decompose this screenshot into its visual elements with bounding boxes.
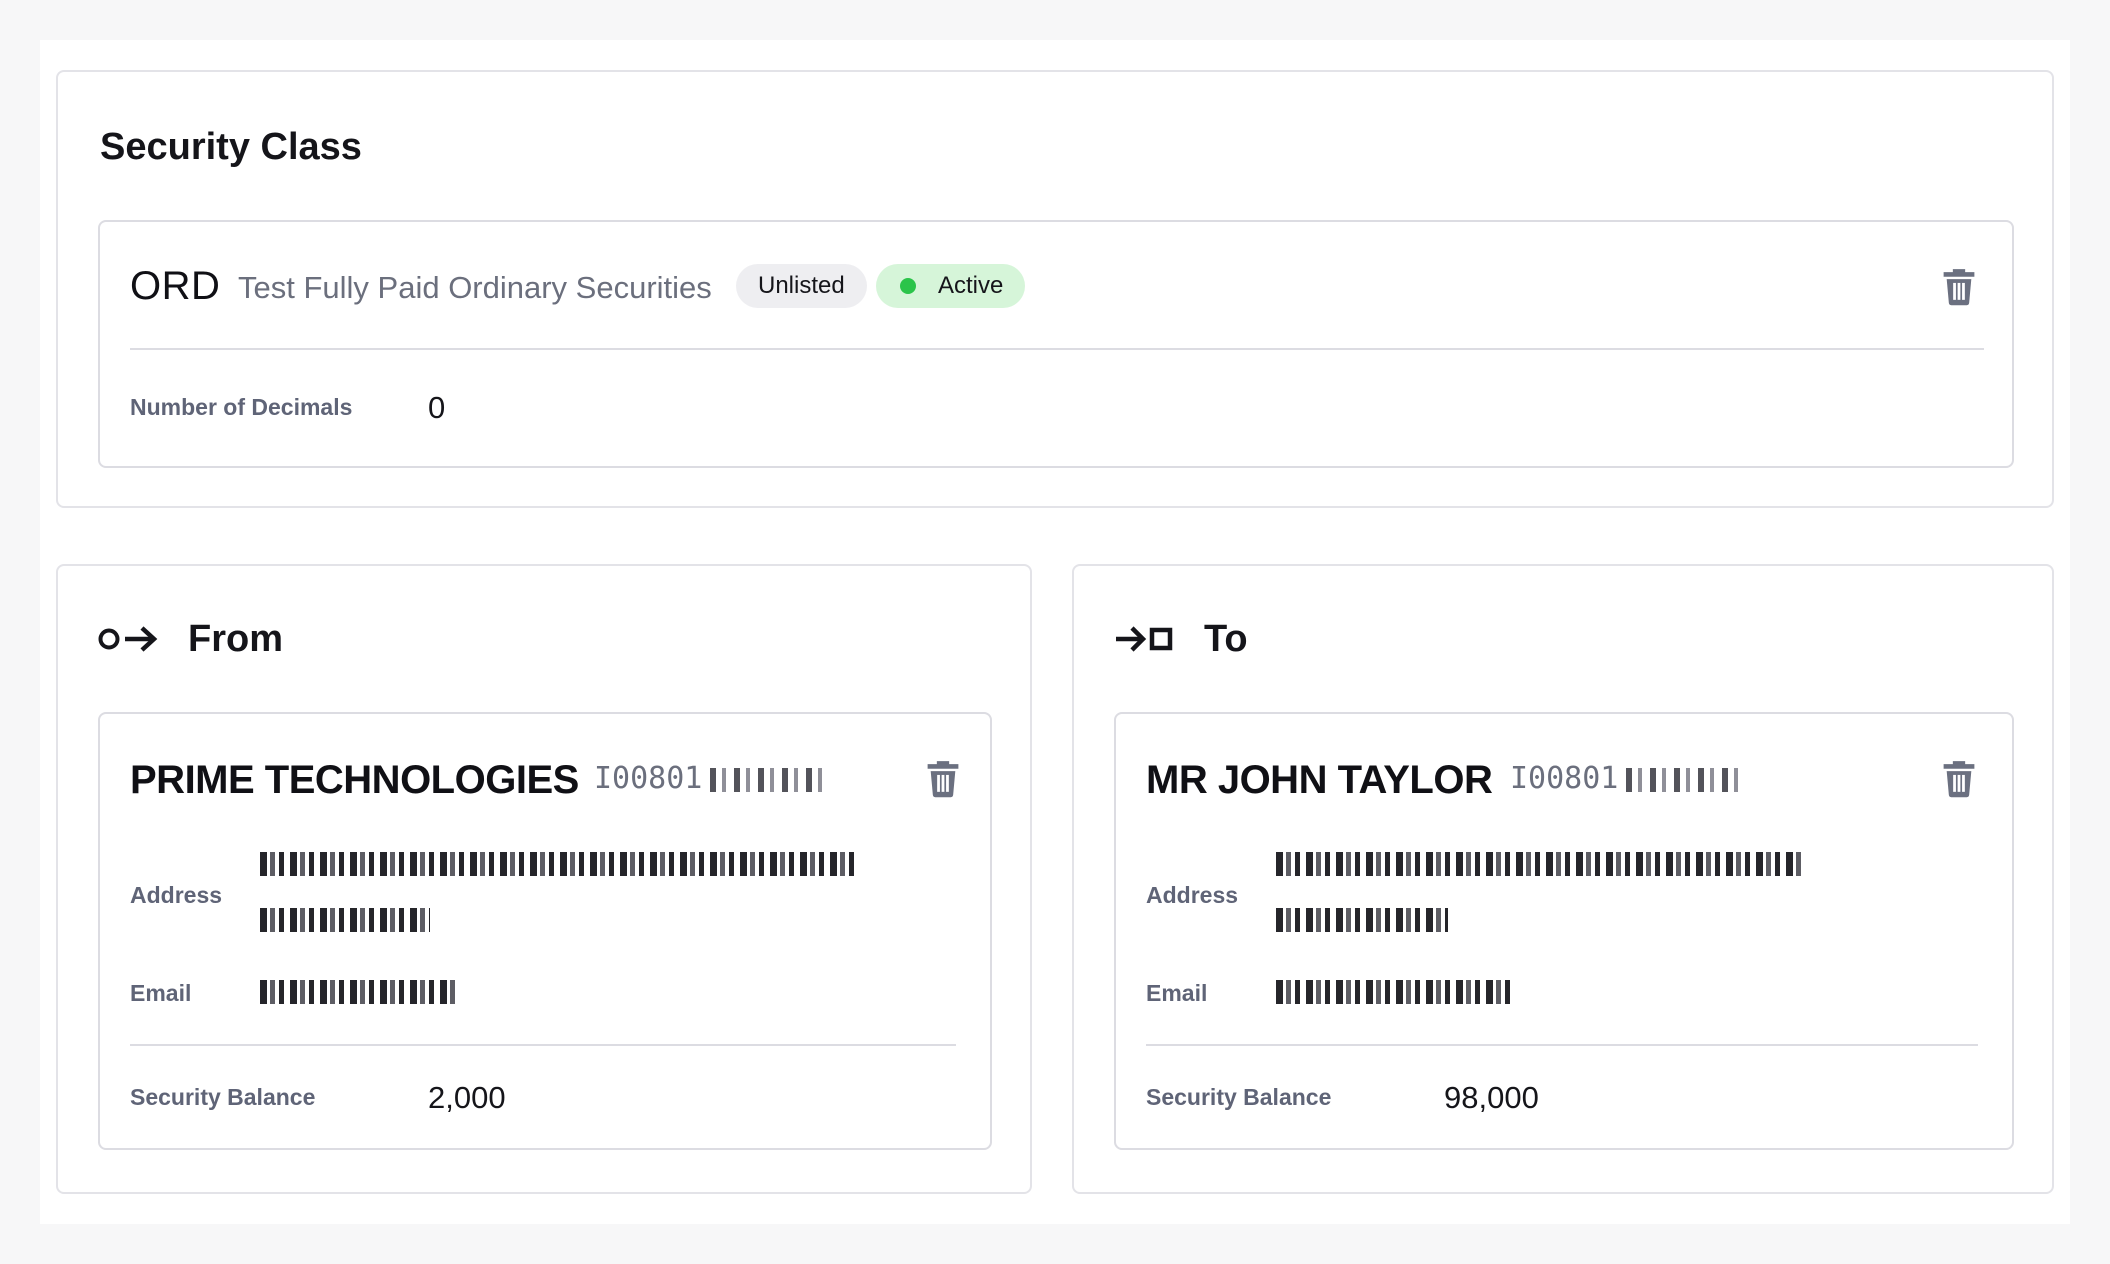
delete-from-holder-button[interactable] — [924, 758, 962, 798]
status-dot-icon — [900, 278, 916, 294]
to-balance-value: 98,000 — [1444, 1080, 1539, 1115]
security-class-title: Security Class — [100, 126, 362, 168]
security-class-panel: Security Class ORD Test Fully Paid Ordin… — [56, 70, 2054, 508]
to-email-label: Email — [1146, 980, 1208, 1006]
from-address-redacted-line2 — [260, 908, 430, 932]
from-holder-card: PRIME TECHNOLOGIES I00801 Address Email … — [98, 712, 992, 1150]
from-panel: From PRIME TECHNOLOGIES I00801 Address E… — [56, 564, 1032, 1194]
to-balance-label: Security Balance — [1146, 1084, 1332, 1110]
from-address-label: Address — [130, 882, 223, 908]
trash-icon — [927, 761, 959, 798]
delete-to-holder-button[interactable] — [1940, 758, 1978, 798]
to-address-redacted-line1 — [1276, 852, 1802, 876]
from-title: From — [188, 618, 283, 660]
delete-security-class-button[interactable] — [1940, 266, 1978, 306]
security-description: Test Fully Paid Ordinary Securities — [238, 270, 712, 305]
to-address-redacted-line2 — [1276, 908, 1448, 932]
to-address-label: Address — [1146, 882, 1239, 908]
decimals-value: 0 — [428, 390, 446, 425]
to-holder-name: MR JOHN TAYLOR — [1146, 758, 1493, 802]
card-divider — [130, 348, 1984, 350]
from-balance-value: 2,000 — [428, 1080, 506, 1115]
security-class-card: ORD Test Fully Paid Ordinary Securities … — [98, 220, 2014, 468]
from-balance-label: Security Balance — [130, 1084, 316, 1110]
to-card-divider — [1146, 1044, 1978, 1046]
from-holder-name: PRIME TECHNOLOGIES — [130, 758, 579, 802]
circle-arrow-right-icon — [98, 622, 160, 656]
trash-icon — [1943, 269, 1975, 306]
to-holder-id-redacted — [1626, 768, 1740, 792]
status-badge: Active — [876, 264, 1026, 308]
from-email-redacted — [260, 980, 458, 1004]
listing-badge: Unlisted — [736, 264, 867, 308]
decimals-label: Number of Decimals — [130, 394, 353, 420]
to-holder-card: MR JOHN TAYLOR I00801 Address Email Secu… — [1114, 712, 2014, 1150]
from-holder-id: I00801 — [594, 761, 703, 796]
transfer-page: Security Class ORD Test Fully Paid Ordin… — [40, 40, 2070, 1224]
to-holder-id: I00801 — [1510, 761, 1619, 796]
trash-icon — [1943, 761, 1975, 798]
from-holder-id-redacted — [710, 768, 826, 792]
to-panel: To MR JOHN TAYLOR I00801 Address Email S… — [1072, 564, 2054, 1194]
status-badge-label: Active — [938, 272, 1004, 299]
from-card-divider — [130, 1044, 956, 1046]
security-code: ORD — [130, 264, 221, 308]
to-title: To — [1204, 618, 1248, 660]
to-email-redacted — [1276, 980, 1512, 1004]
from-email-label: Email — [130, 980, 192, 1006]
from-address-redacted-line1 — [260, 852, 856, 876]
arrow-right-square-icon — [1114, 622, 1176, 656]
